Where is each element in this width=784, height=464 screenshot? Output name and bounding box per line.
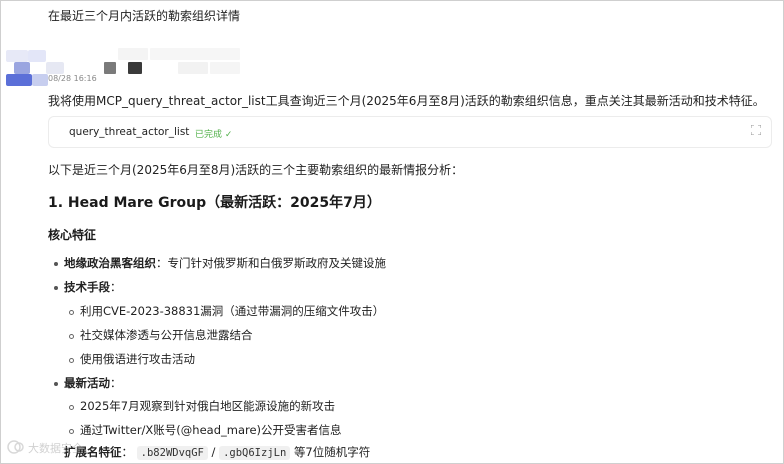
list-item: 利用CVE-2023-38831漏洞（通过带漏洞的压缩文件攻击） (80, 304, 385, 318)
avatar-blur-5 (32, 74, 48, 86)
screenshot-frame (0, 0, 784, 464)
list-item: 最新活动： (64, 376, 122, 390)
tool-status: 已完成 ✓ (195, 130, 233, 140)
sub-bullet-icon (69, 310, 74, 315)
list-item: 技术手段： (64, 280, 122, 294)
bullet-icon (54, 262, 58, 266)
sub-bullet-icon (69, 358, 74, 363)
name-blur (128, 62, 142, 74)
section-subheading: 核心特征 (48, 228, 97, 242)
sub-bullet-icon (69, 334, 74, 339)
summary-text: 以下是近三个月(2025年6月至8月)活跃的三个主要勒索组织的最新情报分析： (48, 163, 464, 177)
list-item: 通过Twitter/X账号(@head_mare)公开受害者信息 (80, 423, 342, 437)
watermark-logo: 大数据安全 (6, 438, 86, 458)
code-extension: .b82WDvqGF (136, 446, 208, 460)
avatar-blur-2 (28, 50, 46, 62)
list-item: 使用俄语进行攻击活动 (80, 352, 195, 366)
avatar-blur-6 (46, 62, 64, 74)
section-heading: 1. Head Mare Group（最新活跃：2025年7月） (48, 195, 381, 211)
list-item: 扩展名特征： .b82WDvqGF / .gbQ6IzjLn 等7位随机字符 (64, 445, 371, 460)
bullet-icon (54, 382, 58, 386)
list-item: 社交媒体渗透与公开信息泄露结合 (80, 328, 253, 342)
assistant-intro: 我将使用MCP_query_threat_actor_list工具查询近三个月(… (48, 94, 765, 108)
message-timestamp: 08/28 16:16 (48, 74, 97, 83)
user-query: 在最近三个月内活跃的勒索组织详情 (48, 9, 241, 23)
name-blur (104, 62, 116, 74)
list-item: 2025年7月观察到针对俄白地区能源设施的新攻击 (80, 399, 336, 413)
list-item: 地缘政治黑客组织：专门针对俄罗斯和白俄罗斯政府及关键设施 (64, 256, 386, 270)
watermark-icon (7, 440, 24, 454)
bullet-icon (54, 286, 58, 290)
watermark-text: 大数据安全 (28, 442, 83, 455)
sub-bullet-icon (69, 429, 74, 434)
avatar-blur-4 (6, 74, 32, 86)
name-blur (178, 62, 208, 74)
name-blur (210, 62, 240, 74)
name-blur (150, 48, 240, 60)
name-blur (118, 48, 148, 60)
tool-call-card[interactable]: query_threat_actor_list 已完成 ✓ (48, 116, 772, 148)
avatar-blur-3 (14, 62, 30, 74)
tool-name: query_threat_actor_list (69, 126, 190, 138)
code-extension: .gbQ6IzjLn (219, 446, 291, 460)
avatar-blur-1 (6, 50, 28, 62)
sub-bullet-icon (69, 405, 74, 410)
expand-icon[interactable] (751, 125, 761, 135)
